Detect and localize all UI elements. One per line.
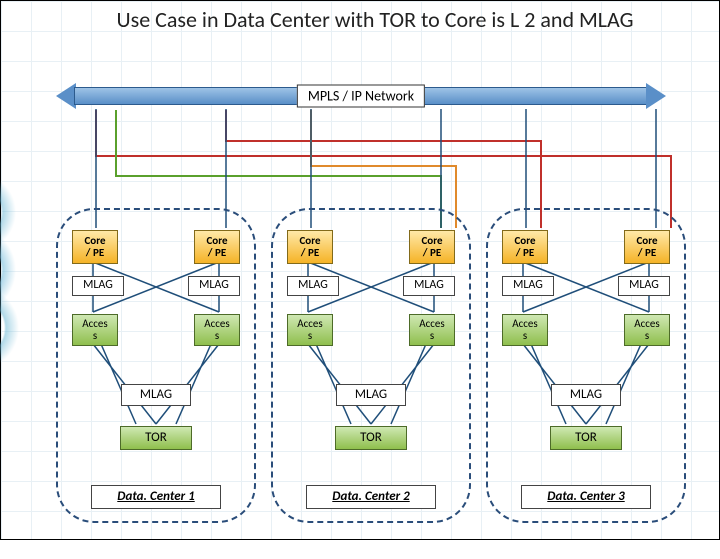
mlag-label: MLAG — [121, 384, 191, 406]
tor-node: TOR — [550, 426, 622, 450]
access-node: Acces s — [409, 314, 455, 346]
access-node: Acces s — [502, 314, 548, 346]
access-node: Acces s — [287, 314, 333, 346]
tor-node: TOR — [335, 426, 407, 450]
mlag-label: MLAG — [287, 276, 339, 296]
datacenter-label: Data. Center 3 — [521, 485, 651, 509]
mlag-label: MLAG — [551, 384, 621, 406]
mlag-label: MLAG — [403, 276, 455, 296]
datacenter-1: Core / PE Core / PE MLAG MLAG Acces s Ac… — [56, 208, 256, 523]
slide-title: Use Case in Data Center with TOR to Core… — [61, 7, 689, 32]
arrow-right-icon — [646, 83, 666, 109]
datacenter-2: Core / PE Core / PE MLAG MLAG Acces s Ac… — [271, 208, 471, 523]
datacenter-label: Data. Center 1 — [91, 485, 221, 509]
mlag-label: MLAG — [618, 276, 670, 296]
arrow-left-icon — [56, 83, 76, 109]
mpls-label: MPLS / IP Network — [297, 85, 425, 108]
core-pe-node: Core / PE — [194, 230, 240, 264]
decorative-wave — [0, 0, 36, 559]
mlag-label: MLAG — [336, 384, 406, 406]
core-pe-node: Core / PE — [287, 230, 333, 264]
core-pe-node: Core / PE — [72, 230, 118, 264]
mpls-network-bar: MPLS / IP Network — [56, 83, 666, 109]
core-pe-node: Core / PE — [409, 230, 455, 264]
mlag-label: MLAG — [188, 276, 240, 296]
access-node: Acces s — [194, 314, 240, 346]
access-node: Acces s — [624, 314, 670, 346]
datacenter-label: Data. Center 2 — [306, 485, 436, 509]
tor-node: TOR — [120, 426, 192, 450]
access-node: Acces s — [72, 314, 118, 346]
core-pe-node: Core / PE — [624, 230, 670, 264]
mlag-label: MLAG — [72, 276, 124, 296]
core-pe-node: Core / PE — [502, 230, 548, 264]
mlag-label: MLAG — [502, 276, 554, 296]
datacenter-3: Core / PE Core / PE MLAG MLAG Acces s Ac… — [486, 208, 686, 523]
